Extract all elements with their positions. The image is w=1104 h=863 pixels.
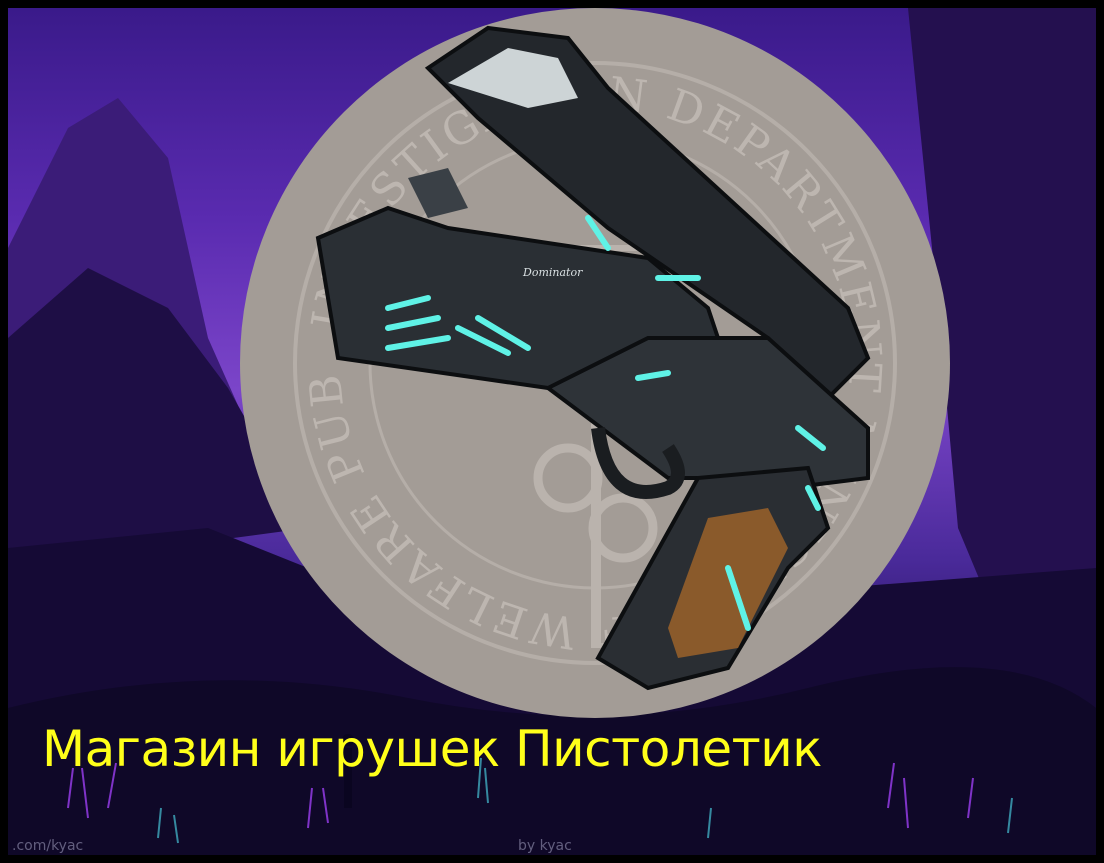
watermark-right: by kyac [518,838,572,854]
poster-frame: INVESTIGATION DEPARTMENT MINISTRY OF WEL… [0,0,1104,863]
background-landscape: INVESTIGATION DEPARTMENT MINISTRY OF WEL… [8,8,1096,855]
watermark-left: .com/kyac [12,838,84,854]
shop-title: Магазин игрушек Пистолетик [42,720,822,778]
gun-inscription: Dominator [522,266,583,279]
